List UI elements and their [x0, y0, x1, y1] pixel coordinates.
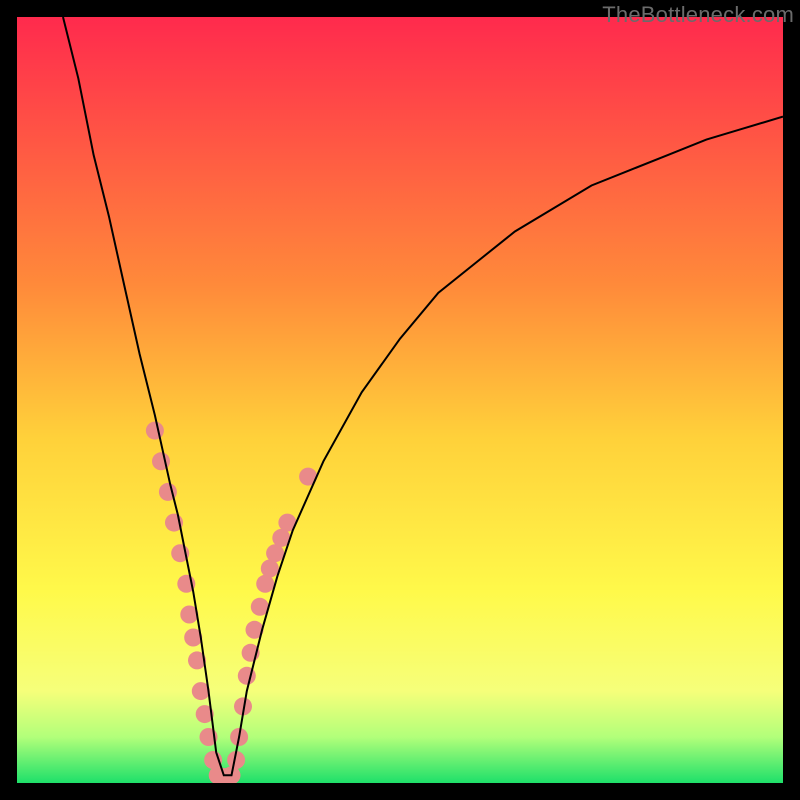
marker-point: [266, 544, 284, 562]
chart-canvas: [17, 17, 783, 783]
chart-frame: [17, 17, 783, 783]
marker-point: [256, 575, 274, 593]
marker-point: [146, 422, 164, 440]
gradient-background: [17, 17, 783, 783]
marker-point: [261, 560, 279, 578]
watermark-text: TheBottleneck.com: [602, 2, 794, 28]
